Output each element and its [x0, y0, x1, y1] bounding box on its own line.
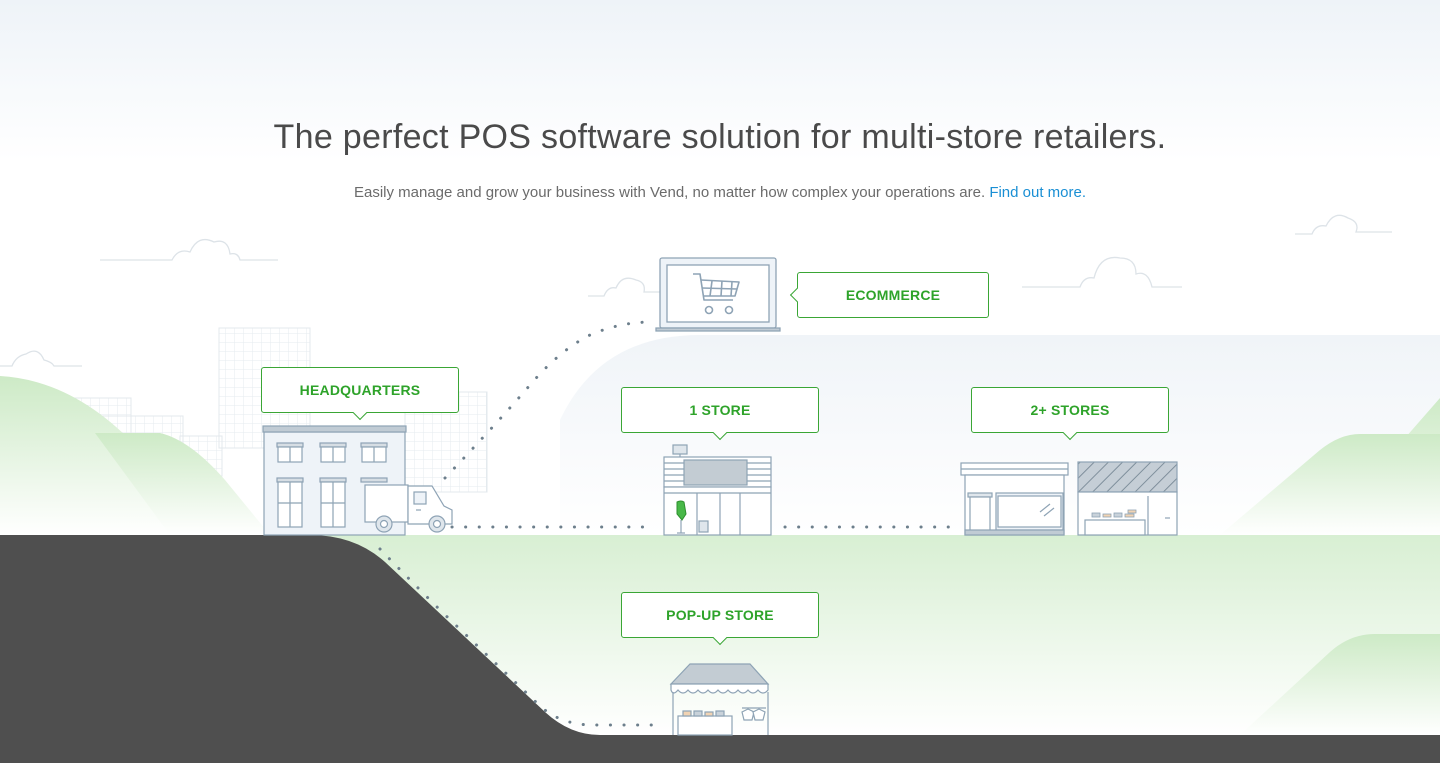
store-front-icon	[663, 444, 772, 536]
laptop-icon	[655, 257, 781, 332]
hero-subtitle: Easily manage and grow your business wit…	[0, 184, 1440, 201]
hero-title: The perfect POS software solution for mu…	[273, 118, 1167, 156]
hero-subtitle-text: Easily manage and grow your business wit…	[353, 184, 986, 201]
ecommerce-label: ECOMMERCE	[845, 287, 941, 303]
popup-store-callout[interactable]: POP-UP STORE	[621, 592, 819, 646]
one-store-label: 1 STORE	[689, 402, 751, 418]
retail-network-illustration	[0, 0, 1440, 763]
ecommerce-callout[interactable]: ECOMMERCE	[789, 272, 989, 318]
headquarters-label: HEADQUARTERS	[299, 382, 421, 398]
multi-store-callout[interactable]: 2+ STORES	[971, 387, 1169, 441]
headquarters-callout[interactable]: HEADQUARTERS	[261, 367, 459, 421]
one-store-callout[interactable]: 1 STORE	[621, 387, 819, 441]
multi-store-label: 2+ STORES	[1030, 402, 1110, 418]
popup-store-label: POP-UP STORE	[666, 607, 774, 623]
find-out-more-link[interactable]: Find out more.	[989, 184, 1086, 201]
